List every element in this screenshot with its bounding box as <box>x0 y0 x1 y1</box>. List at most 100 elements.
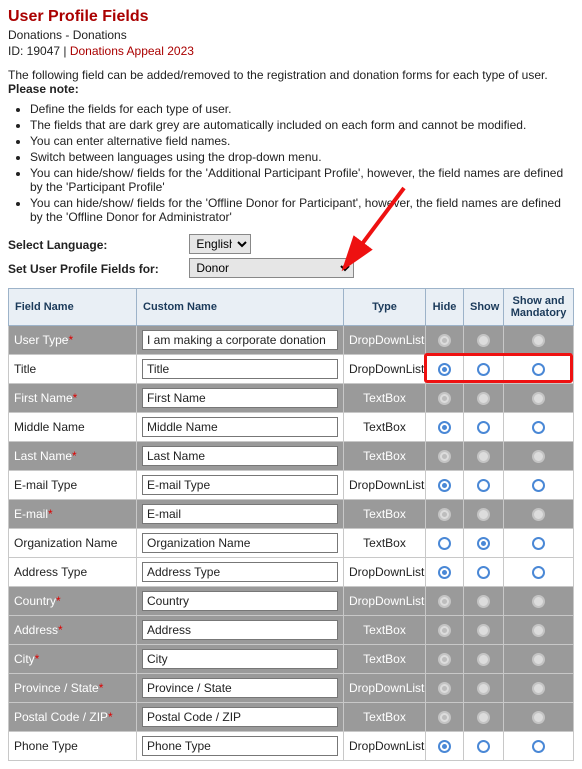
col-custom-name: Custom Name <box>137 289 344 326</box>
custom-name-cell <box>137 471 344 500</box>
table-row: First Name*TextBox <box>9 384 574 413</box>
mand-radio[interactable] <box>532 421 545 434</box>
show-radio <box>477 508 490 521</box>
mand-cell <box>504 645 574 674</box>
show-radio[interactable] <box>477 479 490 492</box>
required-asterisk-icon: * <box>73 391 78 405</box>
table-row: User Type*DropDownList <box>9 326 574 355</box>
mand-radio[interactable] <box>532 363 545 376</box>
mand-cell <box>504 355 574 384</box>
language-select[interactable]: English <box>189 234 251 254</box>
mand-cell <box>504 732 574 761</box>
table-row: Postal Code / ZIP*TextBox <box>9 703 574 732</box>
mand-radio <box>532 392 545 405</box>
type-cell: DropDownList <box>344 558 426 587</box>
show-cell <box>464 413 504 442</box>
hide-radio[interactable] <box>438 363 451 376</box>
hide-radio[interactable] <box>438 537 451 550</box>
type-cell: TextBox <box>344 703 426 732</box>
note-label: Please note: <box>8 82 79 96</box>
hide-radio[interactable] <box>438 479 451 492</box>
custom-name-cell <box>137 529 344 558</box>
table-row: Address TypeDropDownList <box>9 558 574 587</box>
table-header-row: Field Name Custom Name Type Hide Show Sh… <box>9 289 574 326</box>
col-field-name: Field Name <box>9 289 137 326</box>
custom-name-input[interactable] <box>142 707 338 727</box>
hide-radio <box>438 653 451 666</box>
custom-name-input[interactable] <box>142 533 338 553</box>
hide-cell <box>426 703 464 732</box>
show-cell <box>464 500 504 529</box>
custom-name-cell <box>137 587 344 616</box>
show-radio[interactable] <box>477 566 490 579</box>
custom-name-input[interactable] <box>142 417 338 437</box>
field-name-cell: First Name* <box>9 384 137 413</box>
fieldsfor-row: Set User Profile Fields for: Donor <box>8 258 574 278</box>
hide-radio <box>438 624 451 637</box>
field-name-cell: E-mail Type <box>9 471 137 500</box>
mand-radio[interactable] <box>532 479 545 492</box>
show-cell <box>464 674 504 703</box>
table-row: Country*DropDownList <box>9 587 574 616</box>
show-radio <box>477 392 490 405</box>
intro-prefix: The following field can be added/removed… <box>8 68 548 82</box>
required-asterisk-icon: * <box>108 710 113 724</box>
field-name-cell: Title <box>9 355 137 384</box>
custom-name-input[interactable] <box>142 620 338 640</box>
show-radio[interactable] <box>477 537 490 550</box>
custom-name-input[interactable] <box>142 678 338 698</box>
custom-name-input[interactable] <box>142 446 338 466</box>
show-cell <box>464 442 504 471</box>
table-row: Organization NameTextBox <box>9 529 574 558</box>
show-cell <box>464 558 504 587</box>
field-name-cell: Country* <box>9 587 137 616</box>
hide-radio[interactable] <box>438 740 451 753</box>
custom-name-input[interactable] <box>142 475 338 495</box>
hide-radio <box>438 595 451 608</box>
list-item: Switch between languages using the drop-… <box>30 150 574 164</box>
appeal-link[interactable]: Donations Appeal 2023 <box>70 44 194 58</box>
hide-cell <box>426 732 464 761</box>
fieldsfor-select[interactable]: Donor <box>189 258 354 278</box>
hide-cell <box>426 355 464 384</box>
hide-radio[interactable] <box>438 566 451 579</box>
custom-name-cell <box>137 442 344 471</box>
show-radio[interactable] <box>477 421 490 434</box>
custom-name-input[interactable] <box>142 562 338 582</box>
field-name-cell: Phone Type <box>9 732 137 761</box>
page-title: User Profile Fields <box>8 8 574 26</box>
custom-name-input[interactable] <box>142 591 338 611</box>
hide-cell <box>426 326 464 355</box>
field-name-cell: E-mail* <box>9 500 137 529</box>
custom-name-cell <box>137 732 344 761</box>
custom-name-cell <box>137 645 344 674</box>
hide-radio[interactable] <box>438 421 451 434</box>
mand-radio[interactable] <box>532 566 545 579</box>
required-asterisk-icon: * <box>72 449 77 463</box>
mand-cell <box>504 471 574 500</box>
show-radio <box>477 682 490 695</box>
required-asterisk-icon: * <box>56 594 61 608</box>
custom-name-input[interactable] <box>142 359 338 379</box>
mand-radio <box>532 508 545 521</box>
custom-name-input[interactable] <box>142 330 338 350</box>
show-radio[interactable] <box>477 363 490 376</box>
show-radio <box>477 334 490 347</box>
custom-name-input[interactable] <box>142 504 338 524</box>
custom-name-cell <box>137 326 344 355</box>
custom-name-input[interactable] <box>142 388 338 408</box>
type-cell: TextBox <box>344 413 426 442</box>
custom-name-input[interactable] <box>142 736 338 756</box>
custom-name-cell <box>137 355 344 384</box>
field-name-cell: Middle Name <box>9 413 137 442</box>
col-show-mandatory: Show and Mandatory <box>504 289 574 326</box>
custom-name-input[interactable] <box>142 649 338 669</box>
fieldsfor-label: Set User Profile Fields for: <box>8 262 186 276</box>
table-row: TitleDropDownList <box>9 355 574 384</box>
show-radio[interactable] <box>477 740 490 753</box>
type-cell: DropDownList <box>344 732 426 761</box>
mand-radio[interactable] <box>532 740 545 753</box>
mand-radio[interactable] <box>532 537 545 550</box>
table-row: Province / State*DropDownList <box>9 674 574 703</box>
required-asterisk-icon: * <box>48 507 53 521</box>
